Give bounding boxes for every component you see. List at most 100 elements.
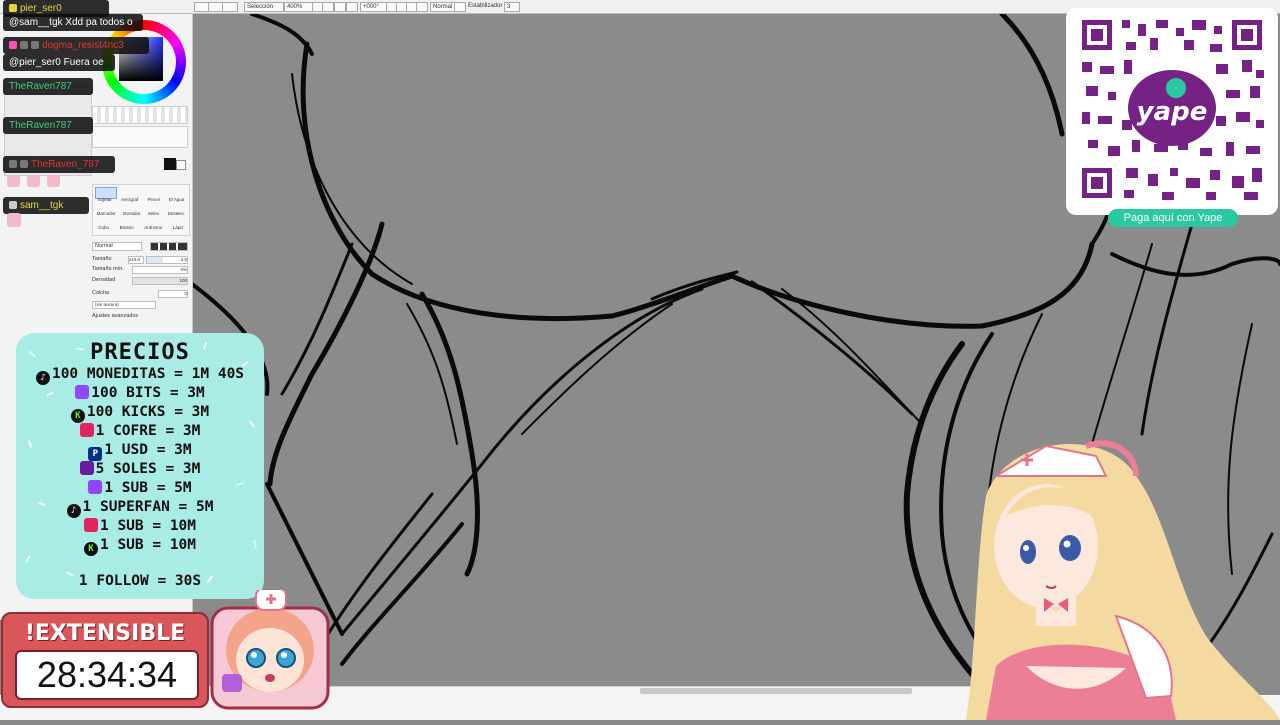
chat-badge-icon (9, 201, 17, 209)
size-slider[interactable]: 2.5 (146, 256, 188, 264)
price-text: 1 SUB = 10M (99, 537, 197, 553)
tiktok-icon: ♪ (35, 371, 50, 385)
texture-strength[interactable]: 0 (158, 290, 188, 298)
yape-pay-button[interactable]: Paga aquí con Yape (1108, 209, 1238, 227)
chat-username: dogma_resist4nc3 (42, 40, 124, 51)
price-text: 1 SUB = 5M (104, 480, 192, 496)
vtuber-model (966, 436, 1280, 720)
chat-badge-icon (9, 4, 17, 12)
size-label: Tamaño (92, 256, 112, 262)
chat-badge-icon (31, 41, 39, 49)
tool-name[interactable]: Aerógraf (121, 197, 138, 202)
price-item: P1 USD = 3M (16, 441, 264, 461)
chat-badge-icon (9, 41, 17, 49)
scrollbar-thumb[interactable] (640, 688, 912, 694)
density-label: Densidad (92, 277, 116, 283)
stabilizer-select[interactable]: 3 (504, 2, 520, 12)
brush-shape-picker[interactable] (150, 242, 188, 251)
vtuber-illustration (966, 440, 1280, 720)
min-size-label: Tamaño mín. (92, 266, 124, 272)
size-value: 2.5 (180, 257, 187, 262)
chat-username: TheRaven787 (9, 120, 72, 131)
yape-qr-card: yape (1066, 8, 1278, 215)
price-text: 1 SUPERFAN = 5M (82, 499, 214, 515)
blend-extra-button[interactable] (454, 2, 466, 12)
price-item: 1 SUB = 10M (16, 517, 264, 536)
price-item: 1 COFRE = 3M (16, 422, 264, 441)
color-slider[interactable] (92, 106, 188, 124)
tool-name[interactable]: Borrador (123, 211, 141, 216)
tool-name[interactable]: Anti-tono (144, 225, 162, 230)
min-size-slider[interactable]: 0% (132, 266, 188, 274)
zoom-reset-button[interactable] (334, 2, 346, 12)
chest-icon (83, 518, 98, 532)
min-size-row: Tamaño mín. 0% (92, 265, 188, 274)
price-item: ♪ 100 MONEDITAS = 1M 40S (16, 365, 264, 385)
tool-name[interactable]: Binario (120, 225, 134, 230)
chat-message: @sam__tgk Xdd pa todos o (3, 14, 143, 31)
emote-icon (47, 175, 60, 187)
yape-logo-icon (1166, 78, 1186, 98)
zoom-field[interactable]: 400% (284, 2, 314, 12)
flip-button[interactable] (416, 2, 428, 12)
price-text: 100 MONEDITAS = 1M 40S (51, 366, 245, 382)
tool-names-row-3: Cubo Binario Anti-tono Lápiz (93, 225, 189, 230)
paypal-icon: P (88, 447, 103, 461)
texture-select-row: (sin textura) (92, 300, 188, 309)
follow-price: 1 FOLLOW = 30S (78, 573, 202, 589)
min-size-value: 0% (180, 267, 187, 272)
chat-emote-row (3, 173, 63, 189)
blend-mode-select[interactable]: Normal (430, 2, 456, 12)
density-slider[interactable]: 100 (132, 277, 188, 285)
stabilizer-value: 3 (507, 4, 511, 10)
tool-name[interactable]: Selec. (148, 211, 161, 216)
prices-title: PRECIOS (90, 340, 190, 365)
emote-icon (7, 213, 21, 227)
advanced-settings-label[interactable]: Ajustes avanzados (92, 313, 138, 319)
brush-mode-row: Normal (92, 242, 188, 251)
tool-name[interactable]: El Agua (169, 197, 185, 202)
price-item: K1 SUB = 10M (16, 536, 264, 556)
chat-badge-icon (20, 160, 28, 168)
stabilizer-label-text: Estabilizador (468, 3, 503, 9)
size-multiplier-value: x10.0 (129, 257, 141, 262)
secondary-color-swatch[interactable] (176, 160, 186, 170)
price-item: 1 SUB = 5M (16, 479, 264, 498)
tool-names-row-1: Sujetar Aerógraf Pincel El Agua (93, 197, 189, 202)
zoom-in-button[interactable] (322, 2, 334, 12)
blend-mode-value: Normal (433, 4, 453, 10)
confetti (25, 555, 31, 563)
deselect-button[interactable] (222, 2, 238, 12)
tool-name[interactable]: Marcador (97, 211, 116, 216)
price-item: 5 SOLES = 3M (16, 460, 264, 479)
primary-color-swatch[interactable] (164, 158, 176, 170)
emote-icon (27, 175, 40, 187)
twitch-icon (75, 385, 90, 399)
zoom-value: 400% (287, 4, 303, 10)
texture-select[interactable]: (sin textura) (92, 301, 156, 309)
brush-mode-select[interactable]: Normal (92, 242, 142, 251)
selection-toggle[interactable]: Selección (244, 2, 284, 12)
texture-value: 0 (184, 291, 187, 296)
stabilizer-label: Estabilizador (466, 2, 506, 10)
timer-label: !EXTENSIBLE (24, 621, 186, 646)
rotation-field[interactable]: +000° (360, 2, 388, 12)
tool-name[interactable]: Cubo (98, 225, 109, 230)
chat-message: dogma_resist4nc3 (3, 37, 149, 54)
tool-name[interactable]: Lápiz (173, 225, 184, 230)
fit-button[interactable] (346, 2, 358, 12)
size-multiplier[interactable]: x10.0 (128, 256, 144, 264)
emote-icon (7, 175, 20, 187)
advanced-settings-row[interactable]: Ajustes avanzados (92, 312, 188, 321)
chat-badge-icon (20, 41, 28, 49)
selection-label: Selección (247, 4, 274, 10)
density-row: Densidad 100 (92, 276, 188, 285)
price-item: 100 BITS = 3M (16, 384, 264, 403)
chat-text: @pier_ser0 Fuera oe (9, 57, 104, 68)
price-text: 5 SOLES = 3M (95, 461, 201, 477)
tool-name[interactable]: Deselec. (168, 211, 186, 216)
tool-name[interactable]: Sujetar (98, 197, 112, 202)
chat-message: @pier_ser0 Fuera oe (3, 54, 115, 71)
tool-name[interactable]: Pincel (147, 197, 159, 202)
swatch-area[interactable] (92, 126, 188, 148)
